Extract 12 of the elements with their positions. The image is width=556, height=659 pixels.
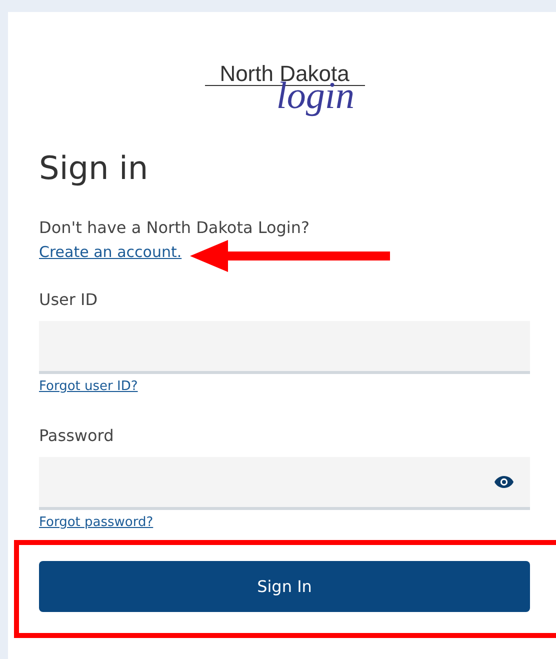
logo: North Dakota login	[204, 62, 364, 118]
input-field[interactable]	[39, 457, 530, 510]
account-prompt: Don't have a North Dakota Login?	[39, 218, 310, 238]
field-label: Password	[39, 426, 114, 446]
page-heading: Sign in	[39, 148, 148, 188]
eye-icon[interactable]	[494, 475, 514, 489]
forgot-link[interactable]: Forgot password?	[39, 514, 154, 531]
create-account-link[interactable]: Create an account.	[39, 242, 182, 262]
forgot-link[interactable]: Forgot user ID?	[39, 378, 138, 395]
sign-in-button[interactable]: Sign In	[39, 561, 530, 612]
field-label: User ID	[39, 290, 98, 310]
input-field[interactable]	[39, 321, 530, 374]
